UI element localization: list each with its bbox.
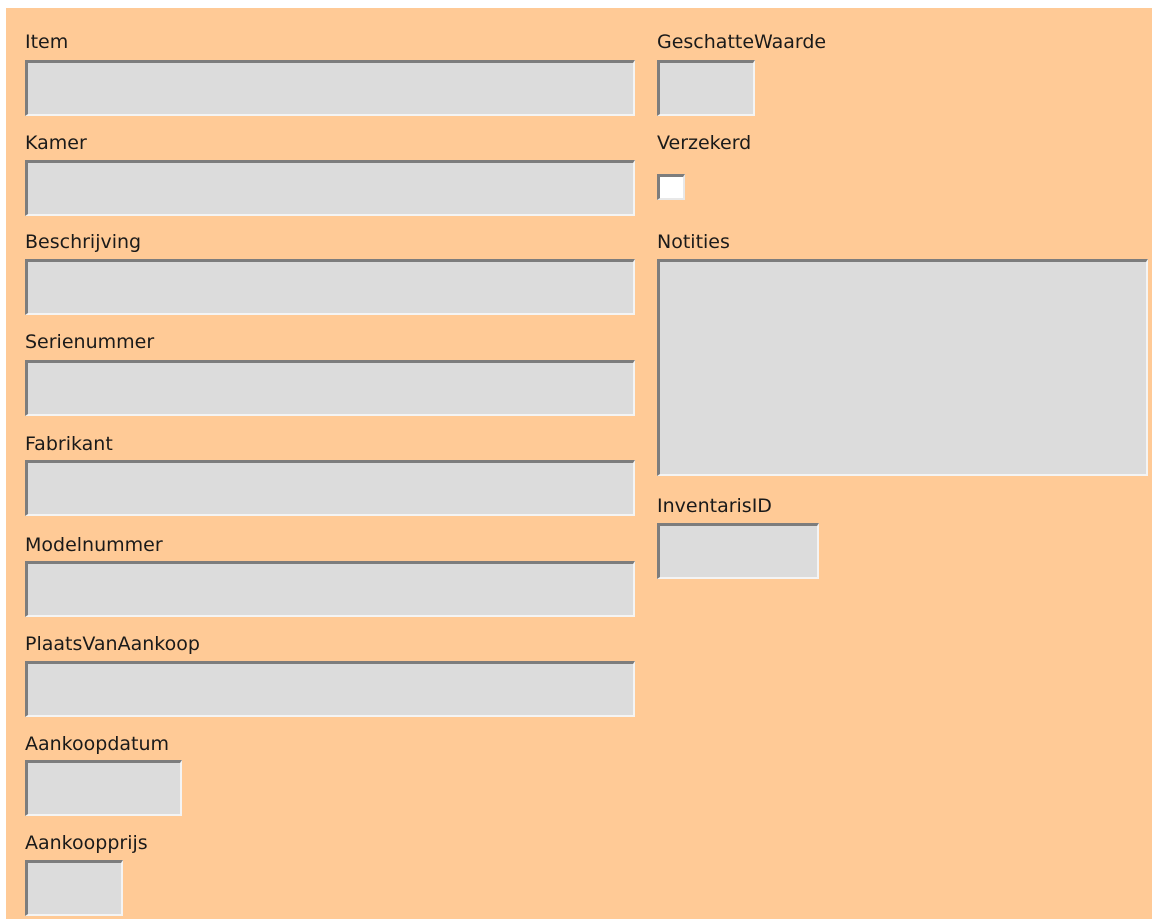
- aankoopprijs-field[interactable]: [25, 860, 123, 916]
- aankoopdatum-label: Aankoopdatum: [25, 733, 170, 755]
- fabrikant-label: Fabrikant: [25, 433, 113, 455]
- inventory-form: Item Kamer Beschrijving Serienummer Fabr…: [6, 8, 1152, 919]
- kamer-field[interactable]: [25, 160, 635, 216]
- notities-label: Notities: [657, 231, 730, 253]
- aankoopdatum-field[interactable]: [25, 760, 182, 816]
- serienummer-label: Serienummer: [25, 331, 155, 353]
- beschrijving-field[interactable]: [25, 259, 635, 315]
- verzekerd-label: Verzekerd: [657, 132, 752, 154]
- geschattewaarde-label: GeschatteWaarde: [657, 31, 827, 53]
- item-label: Item: [25, 31, 69, 53]
- inventarisid-field[interactable]: [657, 523, 819, 579]
- aankoopprijs-label: Aankoopprijs: [25, 832, 148, 854]
- modelnummer-field[interactable]: [25, 561, 635, 617]
- beschrijving-label: Beschrijving: [25, 231, 142, 253]
- fabrikant-field[interactable]: [25, 460, 635, 516]
- geschattewaarde-field[interactable]: [657, 60, 755, 116]
- plaatsvanaankoop-label: PlaatsVanAankoop: [25, 633, 200, 655]
- verzekerd-checkbox[interactable]: [657, 174, 685, 200]
- item-field[interactable]: [25, 60, 635, 116]
- modelnummer-label: Modelnummer: [25, 534, 163, 556]
- kamer-label: Kamer: [25, 132, 87, 154]
- serienummer-field[interactable]: [25, 360, 635, 416]
- notities-textarea[interactable]: [657, 259, 1148, 476]
- plaatsvanaankoop-field[interactable]: [25, 661, 635, 717]
- inventarisid-label: InventarisID: [657, 495, 772, 517]
